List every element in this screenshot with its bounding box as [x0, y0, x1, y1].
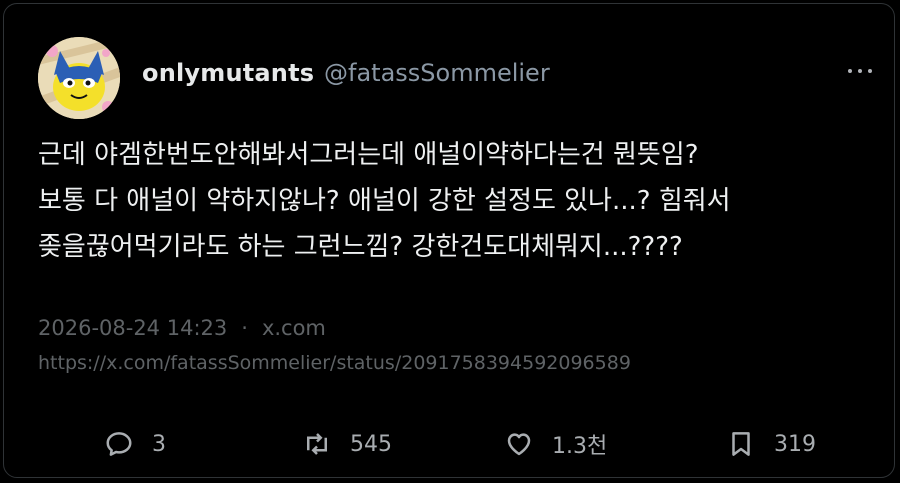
- timestamp[interactable]: 2026-08-24 14:23: [38, 316, 227, 340]
- bookmark-button[interactable]: 319: [726, 424, 816, 464]
- repost-icon: [307, 433, 327, 455]
- avatar-image: [38, 37, 120, 119]
- heart-icon: [507, 433, 531, 456]
- tweet-meta: 2026-08-24 14:23 · x.com: [38, 316, 326, 340]
- tweet-line: 좆을끊어먹기라도 하는 그런느낌? 강한건도대체뭐지...????: [38, 232, 683, 262]
- more-horizontal-icon[interactable]: [848, 67, 872, 75]
- reply-button[interactable]: 3: [104, 424, 166, 464]
- tweet-line: 보통 다 애널이 약하지않나? 애널이 강한 설정도 있나...? 힘줘서: [38, 186, 731, 216]
- user-handle[interactable]: @fatassSommelier: [324, 59, 550, 87]
- tweet-line: 근데 야겜한번도안해봐서그러는데 애널이약하다는건 뭔뜻임?: [38, 140, 699, 170]
- action-bar: 3 545 1.3천 319: [4, 424, 900, 464]
- bookmark-count: 319: [774, 431, 816, 457]
- repost-button[interactable]: 545: [302, 424, 392, 464]
- avatar[interactable]: [38, 37, 120, 119]
- like-count: 1.3천: [552, 434, 608, 459]
- meta-separator: ·: [241, 316, 248, 340]
- reply-count: 3: [152, 431, 166, 457]
- repost-count: 545: [350, 431, 392, 457]
- tweet-text: 근데 야겜한번도안해봐서그러는데 애널이약하다는건 뭔뜻임? 보통 다 애널이 …: [38, 132, 878, 270]
- bookmark-icon: [732, 432, 750, 456]
- source-label: x.com: [261, 316, 326, 340]
- tweet-url[interactable]: https://x.com/fatassSommelier/status/209…: [38, 352, 631, 374]
- display-name[interactable]: onlymutants: [142, 59, 314, 87]
- reply-icon: [106, 432, 132, 456]
- tweet-card: onlymutants @fatassSommelier 근데 야겜한번도안해봐…: [3, 3, 895, 478]
- like-button[interactable]: 1.3천: [504, 424, 607, 464]
